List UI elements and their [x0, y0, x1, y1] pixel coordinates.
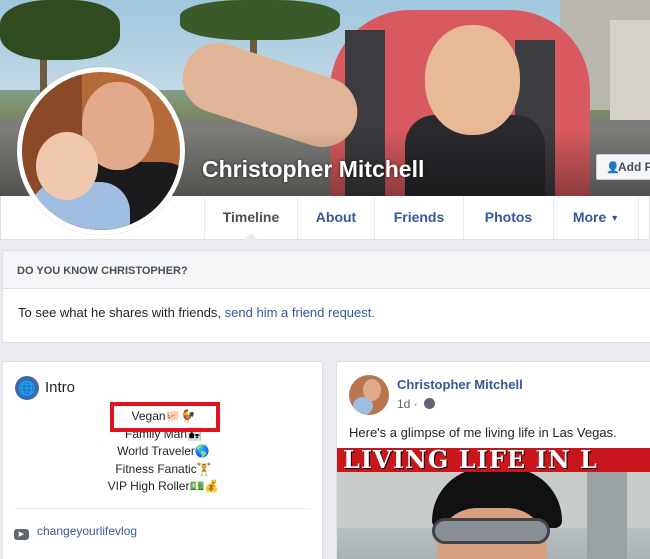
intro-line: Fitness Fanatic🏋	[115, 461, 212, 476]
youtube-icon: ▶	[14, 529, 29, 540]
post-text: Here's a glimpse of me living life in La…	[349, 425, 617, 440]
know-text-plain: To see what he shares with friends,	[18, 305, 225, 320]
tab-label: Photos	[484, 209, 533, 225]
post-timestamp[interactable]: 1d ·	[397, 397, 436, 411]
post-image-glasses	[432, 518, 550, 544]
tab-label: Timeline	[222, 209, 280, 225]
divider	[15, 508, 311, 509]
chevron-down-icon: ▼	[610, 213, 620, 223]
post-card: Christopher Mitchell 1d · Here's a glimp…	[336, 361, 650, 559]
add-friend-label: Add F	[618, 160, 650, 174]
intro-line: World Traveler🌎	[117, 444, 210, 458]
know-text: To see what he shares with friends, send…	[3, 289, 650, 320]
intro-heading: 🌐 Intro	[15, 376, 75, 400]
add-friend-icon: 👤	[606, 162, 620, 174]
post-image-tower	[587, 468, 627, 559]
tab-friends[interactable]: Friends	[374, 196, 463, 239]
globe-icon: 🌐	[15, 376, 39, 400]
tab-label: About	[315, 209, 357, 225]
youtube-link[interactable]: ▶ changeyourlifevlog	[14, 524, 137, 540]
add-friend-button[interactable]: 👤Add F	[596, 154, 650, 180]
tab-about[interactable]: About	[297, 196, 374, 239]
tab-photos[interactable]: Photos	[463, 196, 553, 239]
tab-label: More	[572, 209, 607, 225]
avatar-baby-head	[36, 132, 98, 200]
intro-line: VIP High Roller💵💰	[107, 479, 220, 493]
palm-tree	[0, 0, 120, 60]
post-author[interactable]: Christopher Mitchell	[397, 377, 523, 392]
know-heading: DO YOU KNOW CHRISTOPHER?	[3, 251, 650, 289]
cover-building	[610, 20, 650, 120]
youtube-label: changeyourlifevlog	[37, 524, 138, 538]
post-image[interactable]: LIVING LIFE IN L	[337, 448, 650, 559]
post-banner: LIVING LIFE IN L	[337, 448, 650, 474]
post-avatar[interactable]	[349, 375, 389, 415]
post-time-text: 1d	[397, 397, 411, 411]
tab-timeline[interactable]: Timeline	[204, 196, 297, 240]
friend-request-box: DO YOU KNOW CHRISTOPHER? To see what he …	[2, 250, 650, 343]
post-banner-text: LIVING LIFE IN L	[343, 448, 598, 474]
post-avatar-baby	[353, 397, 373, 415]
palm-tree	[180, 0, 340, 40]
intro-title: Intro	[45, 378, 76, 396]
avatar-photo	[22, 72, 180, 230]
public-globe-icon	[424, 398, 436, 409]
tab-more[interactable]: More ▼	[553, 196, 639, 239]
highlight-box	[110, 402, 220, 432]
cover-baby-face	[425, 25, 520, 135]
intro-card: 🌐 Intro Vegan🐖🐓 Family Man👨‍👧 World Trave…	[2, 361, 323, 559]
profile-name[interactable]: Christopher Mitchell	[202, 156, 424, 183]
friend-request-link[interactable]: send him a friend request.	[225, 305, 375, 320]
tab-label: Friends	[393, 209, 445, 225]
profile-picture[interactable]	[17, 67, 185, 235]
